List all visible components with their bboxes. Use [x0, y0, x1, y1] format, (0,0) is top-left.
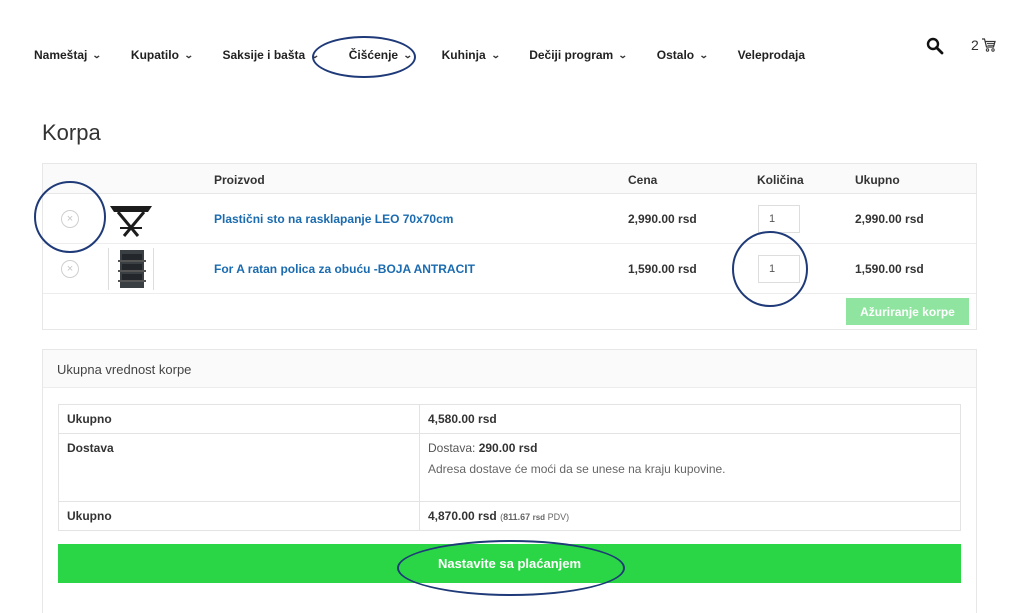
product-price: 2,990.00 rsd	[628, 212, 697, 226]
totals-table: Ukupno 4,580.00 rsd Dostava Dostava: 290…	[58, 404, 961, 531]
subtotal-value: 4,580.00 rsd	[428, 412, 497, 426]
cart-button[interactable]: 2	[971, 37, 997, 53]
cart-totals-heading: Ukupna vrednost korpe	[43, 350, 976, 388]
product-subtotal: 2,990.00 rsd	[855, 212, 924, 226]
page-title: Korpa	[42, 120, 101, 145]
cart-table: Proizvod Cena Količina Ukupno × Plastičn…	[42, 163, 977, 330]
nav-item-label: Kuhinja	[441, 48, 486, 62]
search-icon[interactable]	[926, 37, 944, 55]
chevron-down-icon: ⌄	[92, 49, 103, 60]
cart-row: × For A ratan polica za obuću -BOJA ANTR…	[43, 244, 976, 294]
tax-note: (811.67 rsd PDV)	[500, 512, 570, 522]
total-row: Ukupno 4,870.00 rsd (811.67 rsd PDV)	[58, 501, 961, 531]
nav-item-kupatilo[interactable]: Kupatilo ⌄	[130, 48, 194, 62]
total-label: Ukupno	[58, 501, 420, 531]
nav-item-label: Saksije i bašta	[222, 48, 306, 62]
col-total: Ukupno	[855, 173, 900, 187]
nav-item-ostalo[interactable]: Ostalo ⌄	[656, 48, 709, 62]
col-product: Proizvod	[214, 173, 265, 187]
nav-item-kuhinja[interactable]: Kuhinja ⌄	[441, 48, 501, 62]
nav-item-veleprodaja[interactable]: Veleprodaja	[738, 48, 805, 62]
product-subtotal: 1,590.00 rsd	[855, 262, 924, 276]
product-name-link[interactable]: Plastični sto na rasklapanje LEO 70x70cm	[214, 212, 453, 226]
product-thumbnail-shelf[interactable]	[108, 248, 154, 290]
update-cart-button[interactable]: Ažuriranje korpe	[846, 298, 969, 325]
cart-totals: Ukupna vrednost korpe Ukupno 4,580.00 rs…	[42, 349, 977, 613]
chevron-down-icon: ⌄	[183, 49, 194, 60]
total-value: 4,870.00 rsd	[428, 509, 497, 523]
chevron-down-icon: ⌄	[310, 49, 320, 60]
col-price: Cena	[628, 173, 658, 187]
shipping-label: Dostava	[58, 433, 420, 502]
product-price: 1,590.00 rsd	[628, 262, 697, 276]
nav-item-saksije[interactable]: Saksije i bašta ⌄	[222, 48, 320, 62]
nav-item-deciji-program[interactable]: Dečiji program ⌄	[529, 48, 628, 62]
product-name-link[interactable]: For A ratan polica za obuću -BOJA ANTRAC…	[214, 262, 475, 276]
subtotal-label: Ukupno	[58, 404, 420, 434]
col-quantity: Količina	[757, 173, 804, 187]
nav-item-label: Ostalo	[656, 48, 695, 62]
nav-item-label: Čišćenje	[348, 48, 399, 62]
nav-item-namestaj[interactable]: Nameštaj ⌄	[34, 48, 103, 62]
shipping-value: 290.00 rsd	[478, 441, 538, 455]
nav-item-ciscenje[interactable]: Čišćenje ⌄	[348, 48, 413, 62]
chevron-down-icon: ⌄	[402, 49, 413, 60]
proceed-to-checkout-button[interactable]: Nastavite sa plaćanjem	[58, 544, 961, 583]
shipping-row: Dostava Dostava: 290.00 rsd Adresa dosta…	[58, 433, 961, 502]
cart-table-header: Proizvod Cena Količina Ukupno	[43, 164, 976, 194]
nav-item-label: Veleprodaja	[737, 48, 806, 62]
nav-item-label: Kupatilo	[130, 48, 179, 62]
chevron-down-icon: ⌄	[618, 49, 628, 60]
quantity-input[interactable]	[758, 255, 800, 283]
subtotal-row: Ukupno 4,580.00 rsd	[58, 404, 961, 434]
cart-icon	[981, 38, 996, 52]
remove-item-button[interactable]: ×	[61, 210, 79, 228]
cart-row: × Plastični sto na rasklapanje LEO 70x70…	[43, 194, 976, 244]
shipping-note: Adresa dostave će moći da se unese na kr…	[428, 462, 726, 476]
chevron-down-icon: ⌄	[490, 49, 501, 60]
nav-item-label: Dečiji program	[529, 48, 614, 62]
product-thumbnail-table[interactable]	[108, 198, 154, 240]
nav-item-label: Nameštaj	[34, 48, 88, 62]
cart-count: 2	[971, 37, 979, 53]
chevron-down-icon: ⌄	[698, 49, 709, 60]
remove-item-button[interactable]: ×	[61, 260, 79, 278]
shipping-prefix: Dostava:	[428, 441, 476, 455]
quantity-input[interactable]	[758, 205, 800, 233]
main-nav: Nameštaj ⌄ Kupatilo ⌄ Saksije i bašta ⌄ Čiš…	[34, 42, 805, 68]
